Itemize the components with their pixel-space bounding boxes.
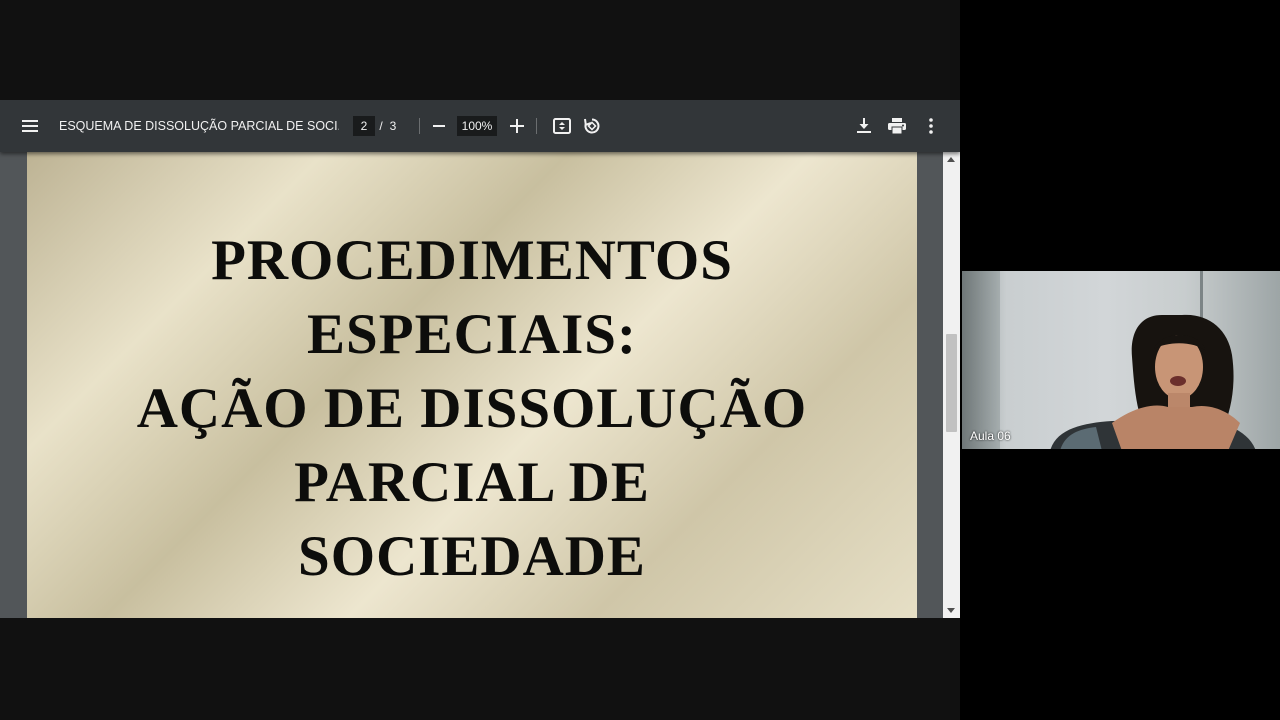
fit-page-icon — [553, 118, 571, 134]
rotate-icon — [584, 118, 600, 134]
zoom-level-input[interactable]: 100% — [457, 116, 497, 136]
pdf-page: PROCEDIMENTOS ESPECIAIS: AÇÃO DE DISSOLU… — [27, 152, 917, 618]
vertical-scrollbar[interactable] — [943, 152, 960, 618]
zoom-out-button[interactable] — [428, 115, 450, 137]
document-title: ESQUEMA DE DISSOLUÇÃO PARCIAL DE SOCI... — [59, 119, 339, 133]
slide-heading-line: PROCEDIMENTOS — [211, 229, 733, 292]
scroll-down-arrow-icon[interactable] — [947, 608, 955, 613]
download-icon — [857, 118, 871, 133]
minus-icon — [433, 125, 445, 127]
participant-video-image — [1050, 314, 1256, 449]
page-total: 3 — [389, 119, 397, 133]
page-separator: / — [379, 119, 383, 133]
scrollbar-thumb[interactable] — [946, 334, 957, 432]
zoom-in-button[interactable] — [506, 115, 528, 137]
print-button[interactable] — [886, 115, 908, 137]
page-number-input[interactable]: 2 — [353, 116, 375, 136]
more-vert-icon — [929, 118, 933, 134]
scroll-up-arrow-icon[interactable] — [947, 157, 955, 162]
rotate-button[interactable] — [581, 115, 603, 137]
fit-page-button[interactable] — [551, 115, 573, 137]
participant-video-tile[interactable]: Aula 06 — [962, 271, 1280, 449]
more-options-button[interactable] — [920, 115, 942, 137]
slide-heading-line: SOCIEDADE — [298, 525, 646, 588]
slide-heading: PROCEDIMENTOS ESPECIAIS: AÇÃO DE DISSOLU… — [27, 224, 917, 594]
print-icon — [888, 118, 906, 134]
pdf-viewer: ESQUEMA DE DISSOLUÇÃO PARCIAL DE SOCI...… — [0, 100, 960, 618]
slide-heading-line: AÇÃO DE DISSOLUÇÃO — [136, 377, 808, 440]
menu-icon — [22, 120, 38, 132]
slide-heading-line: ESPECIAIS: — [307, 303, 637, 366]
download-button[interactable] — [853, 115, 875, 137]
toolbar-divider — [536, 118, 537, 134]
participant-name-label: Aula 06 — [970, 429, 1011, 443]
background-wall — [962, 271, 1000, 449]
plus-icon — [510, 119, 524, 133]
menu-button[interactable] — [16, 112, 44, 140]
slide-heading-line: PARCIAL DE — [294, 451, 650, 514]
pdf-toolbar: ESQUEMA DE DISSOLUÇÃO PARCIAL DE SOCI...… — [0, 100, 960, 152]
toolbar-divider — [419, 118, 420, 134]
